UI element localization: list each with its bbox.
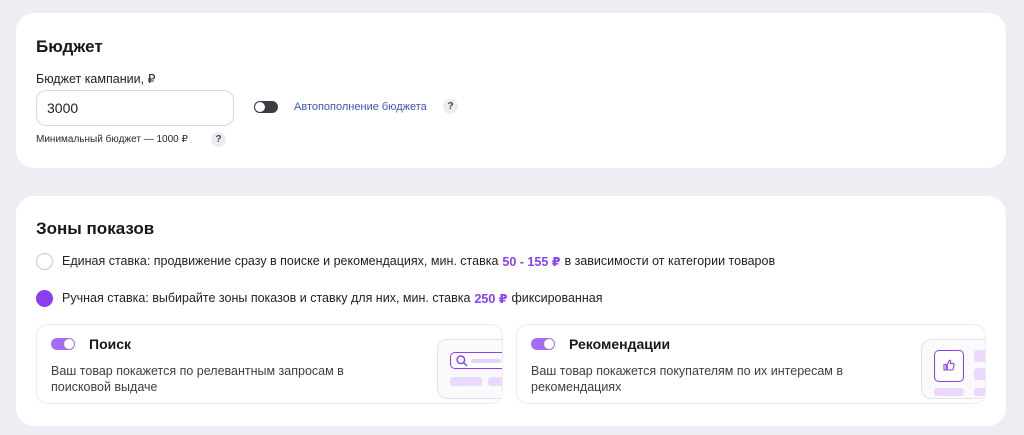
toggle-knob bbox=[544, 339, 554, 349]
single-bid-text: Единая ставка: продвижение сразу в поиск… bbox=[62, 254, 499, 268]
product-block bbox=[934, 388, 964, 396]
manual-bid-min-rate: 250 ₽ bbox=[474, 291, 508, 306]
product-block bbox=[974, 368, 985, 380]
budget-input[interactable] bbox=[36, 90, 234, 126]
min-budget-note: Минимальный бюджет — 1000 ₽ bbox=[36, 134, 188, 145]
single-bid-option[interactable]: Единая ставка: продвижение сразу в поиск… bbox=[36, 251, 775, 271]
manual-bid-text: Ручная ставка: выбирайте зоны показов и … bbox=[62, 291, 471, 305]
product-block bbox=[974, 388, 985, 396]
toggle-knob bbox=[64, 339, 74, 349]
product-tile-illustration bbox=[934, 350, 964, 382]
zones-title: Зоны показов bbox=[36, 219, 155, 238]
toggle-knob bbox=[255, 102, 265, 112]
search-bar-placeholder-line bbox=[471, 359, 501, 363]
min-budget-help-icon[interactable]: ? bbox=[211, 132, 226, 147]
autofill-help-icon[interactable]: ? bbox=[443, 99, 458, 114]
recommendations-zone-title: Рекомендации bbox=[569, 336, 671, 352]
search-zone-toggle[interactable] bbox=[51, 338, 75, 350]
search-zone-description: Ваш товар покажется по релевантным запро… bbox=[51, 364, 344, 394]
product-block bbox=[974, 350, 985, 362]
recommendations-zone-description: Ваш товар покажется покупателям по их ин… bbox=[531, 364, 844, 394]
recommendations-zone-toggle[interactable] bbox=[531, 338, 555, 350]
recommendations-illustration bbox=[921, 339, 985, 399]
manual-bid-note: фиксированная bbox=[511, 291, 603, 305]
manual-bid-radio[interactable] bbox=[36, 289, 53, 307]
result-block bbox=[488, 377, 502, 386]
single-bid-note: в зависимости от категории товаров bbox=[564, 254, 776, 268]
budget-field-label: Бюджет кампании, ₽ bbox=[36, 72, 156, 86]
single-bid-min-rate: 50 - 155 ₽ bbox=[502, 254, 561, 269]
zone-card-search: Поиск Ваш товар покажется по релевантным… bbox=[36, 324, 503, 404]
display-zones-card: Зоны показов Единая ставка: продвижение … bbox=[16, 196, 1006, 426]
search-zone-title: Поиск bbox=[89, 336, 132, 352]
single-bid-radio[interactable] bbox=[36, 252, 53, 270]
manual-bid-option[interactable]: Ручная ставка: выбирайте зоны показов и … bbox=[36, 288, 602, 308]
search-magnifier-icon bbox=[456, 355, 468, 367]
search-illustration bbox=[437, 339, 502, 399]
autofill-budget-link[interactable]: Автопополнение бюджета bbox=[294, 101, 427, 113]
search-bar-illustration bbox=[450, 352, 502, 369]
zone-card-recommendations: Рекомендации Ваш товар покажется покупат… bbox=[516, 324, 986, 404]
thumbs-up-icon bbox=[943, 359, 955, 371]
autofill-toggle[interactable] bbox=[254, 101, 278, 113]
result-block bbox=[450, 377, 482, 386]
budget-title: Бюджет bbox=[36, 37, 103, 56]
budget-card: Бюджет Бюджет кампании, ₽ Автопополнение… bbox=[16, 13, 1006, 168]
